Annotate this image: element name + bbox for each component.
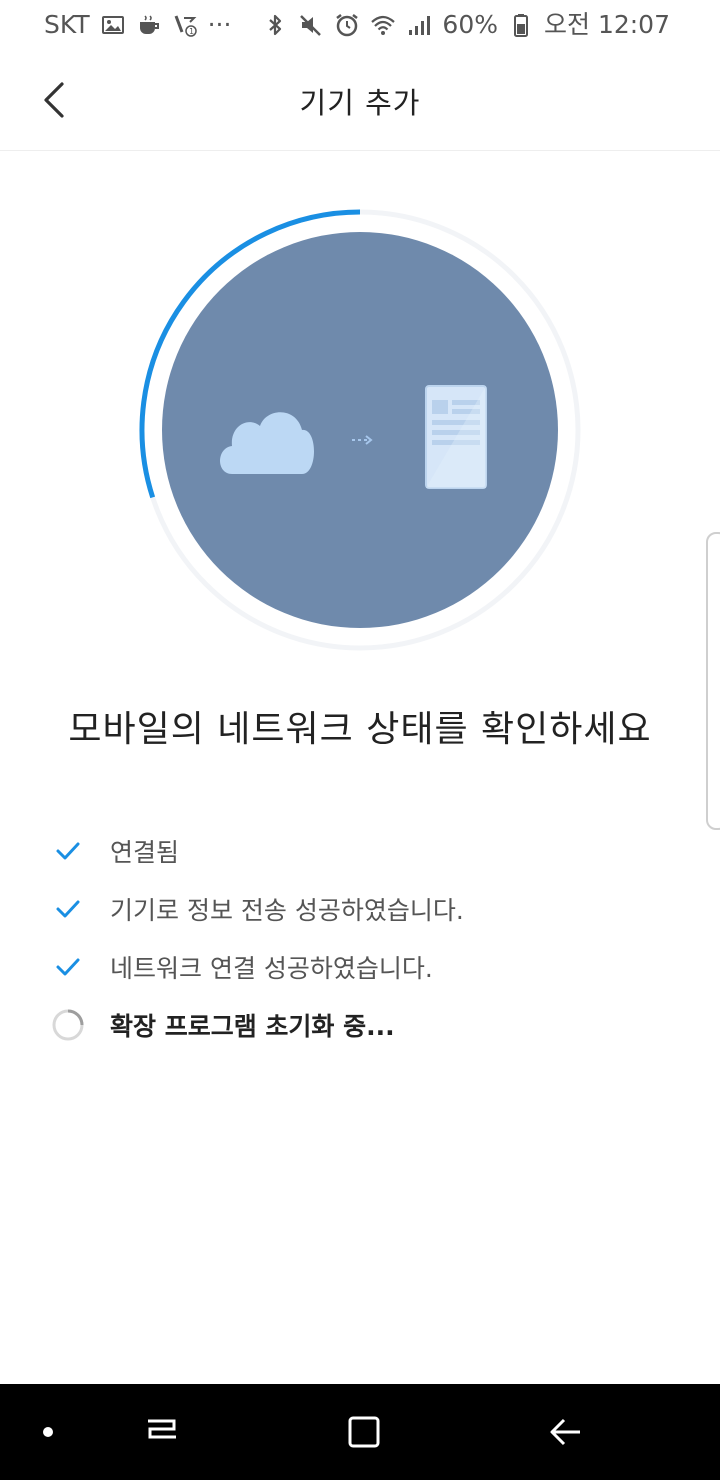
battery-percent: 60% <box>442 10 498 39</box>
back-arrow-icon[interactable] <box>546 1412 586 1452</box>
bluetooth-icon <box>262 12 288 38</box>
status-bar: SKT 1 ··· 60% 오전 12:07 <box>0 0 720 52</box>
system-nav-bar <box>0 1384 720 1480</box>
step-info-sent: 기기로 정보 전송 성공하였습니다. <box>48 880 688 938</box>
step-label: 기기로 정보 전송 성공하였습니다. <box>110 896 464 925</box>
clock: 오전 12:07 <box>544 10 670 39</box>
status-right: 60% 오전 12:07 <box>262 10 670 40</box>
status-left: SKT 1 ··· <box>44 10 231 40</box>
carrier-label: SKT <box>44 10 90 39</box>
call-forward-icon: 1 <box>172 12 198 38</box>
alarm-icon <box>334 12 360 38</box>
step-label: 네트워크 연결 성공하였습니다. <box>110 954 433 983</box>
step-label: 확장 프로그램 초기화 중... <box>110 1012 395 1041</box>
step-connected: 연결됨 <box>48 822 688 880</box>
step-extension-init: 확장 프로그램 초기화 중... <box>48 996 688 1054</box>
gallery-icon <box>100 12 126 38</box>
dot-icon[interactable] <box>28 1412 68 1452</box>
loading-spinner-icon <box>48 1005 88 1045</box>
wifi-icon <box>370 12 396 38</box>
connection-illustration <box>120 190 600 670</box>
edge-panel-handle[interactable] <box>706 532 720 830</box>
page-title: 기기 추가 <box>299 86 421 120</box>
signal-icon <box>406 12 432 38</box>
home-icon[interactable] <box>344 1412 384 1452</box>
setup-steps: 연결됨 기기로 정보 전송 성공하였습니다. 네트워크 연결 성공하였습니다. … <box>48 822 688 1054</box>
illustration-circle <box>162 232 558 628</box>
app-header: 기기 추가 <box>0 52 720 151</box>
svg-text:1: 1 <box>189 27 194 36</box>
device-icon <box>425 385 487 489</box>
check-icon <box>48 889 88 929</box>
mute-icon <box>298 12 324 38</box>
check-icon <box>48 947 88 987</box>
more-notifications-indicator: ··· <box>207 10 232 39</box>
coffee-icon <box>136 12 162 38</box>
check-icon <box>48 831 88 871</box>
step-label: 연결됨 <box>110 838 180 867</box>
step-network-connected: 네트워크 연결 성공하였습니다. <box>48 938 688 996</box>
main-message: 모바일의 네트워크 상태를 확인하세요 <box>68 709 652 750</box>
battery-icon <box>508 12 534 38</box>
recents-icon[interactable] <box>142 1412 182 1452</box>
